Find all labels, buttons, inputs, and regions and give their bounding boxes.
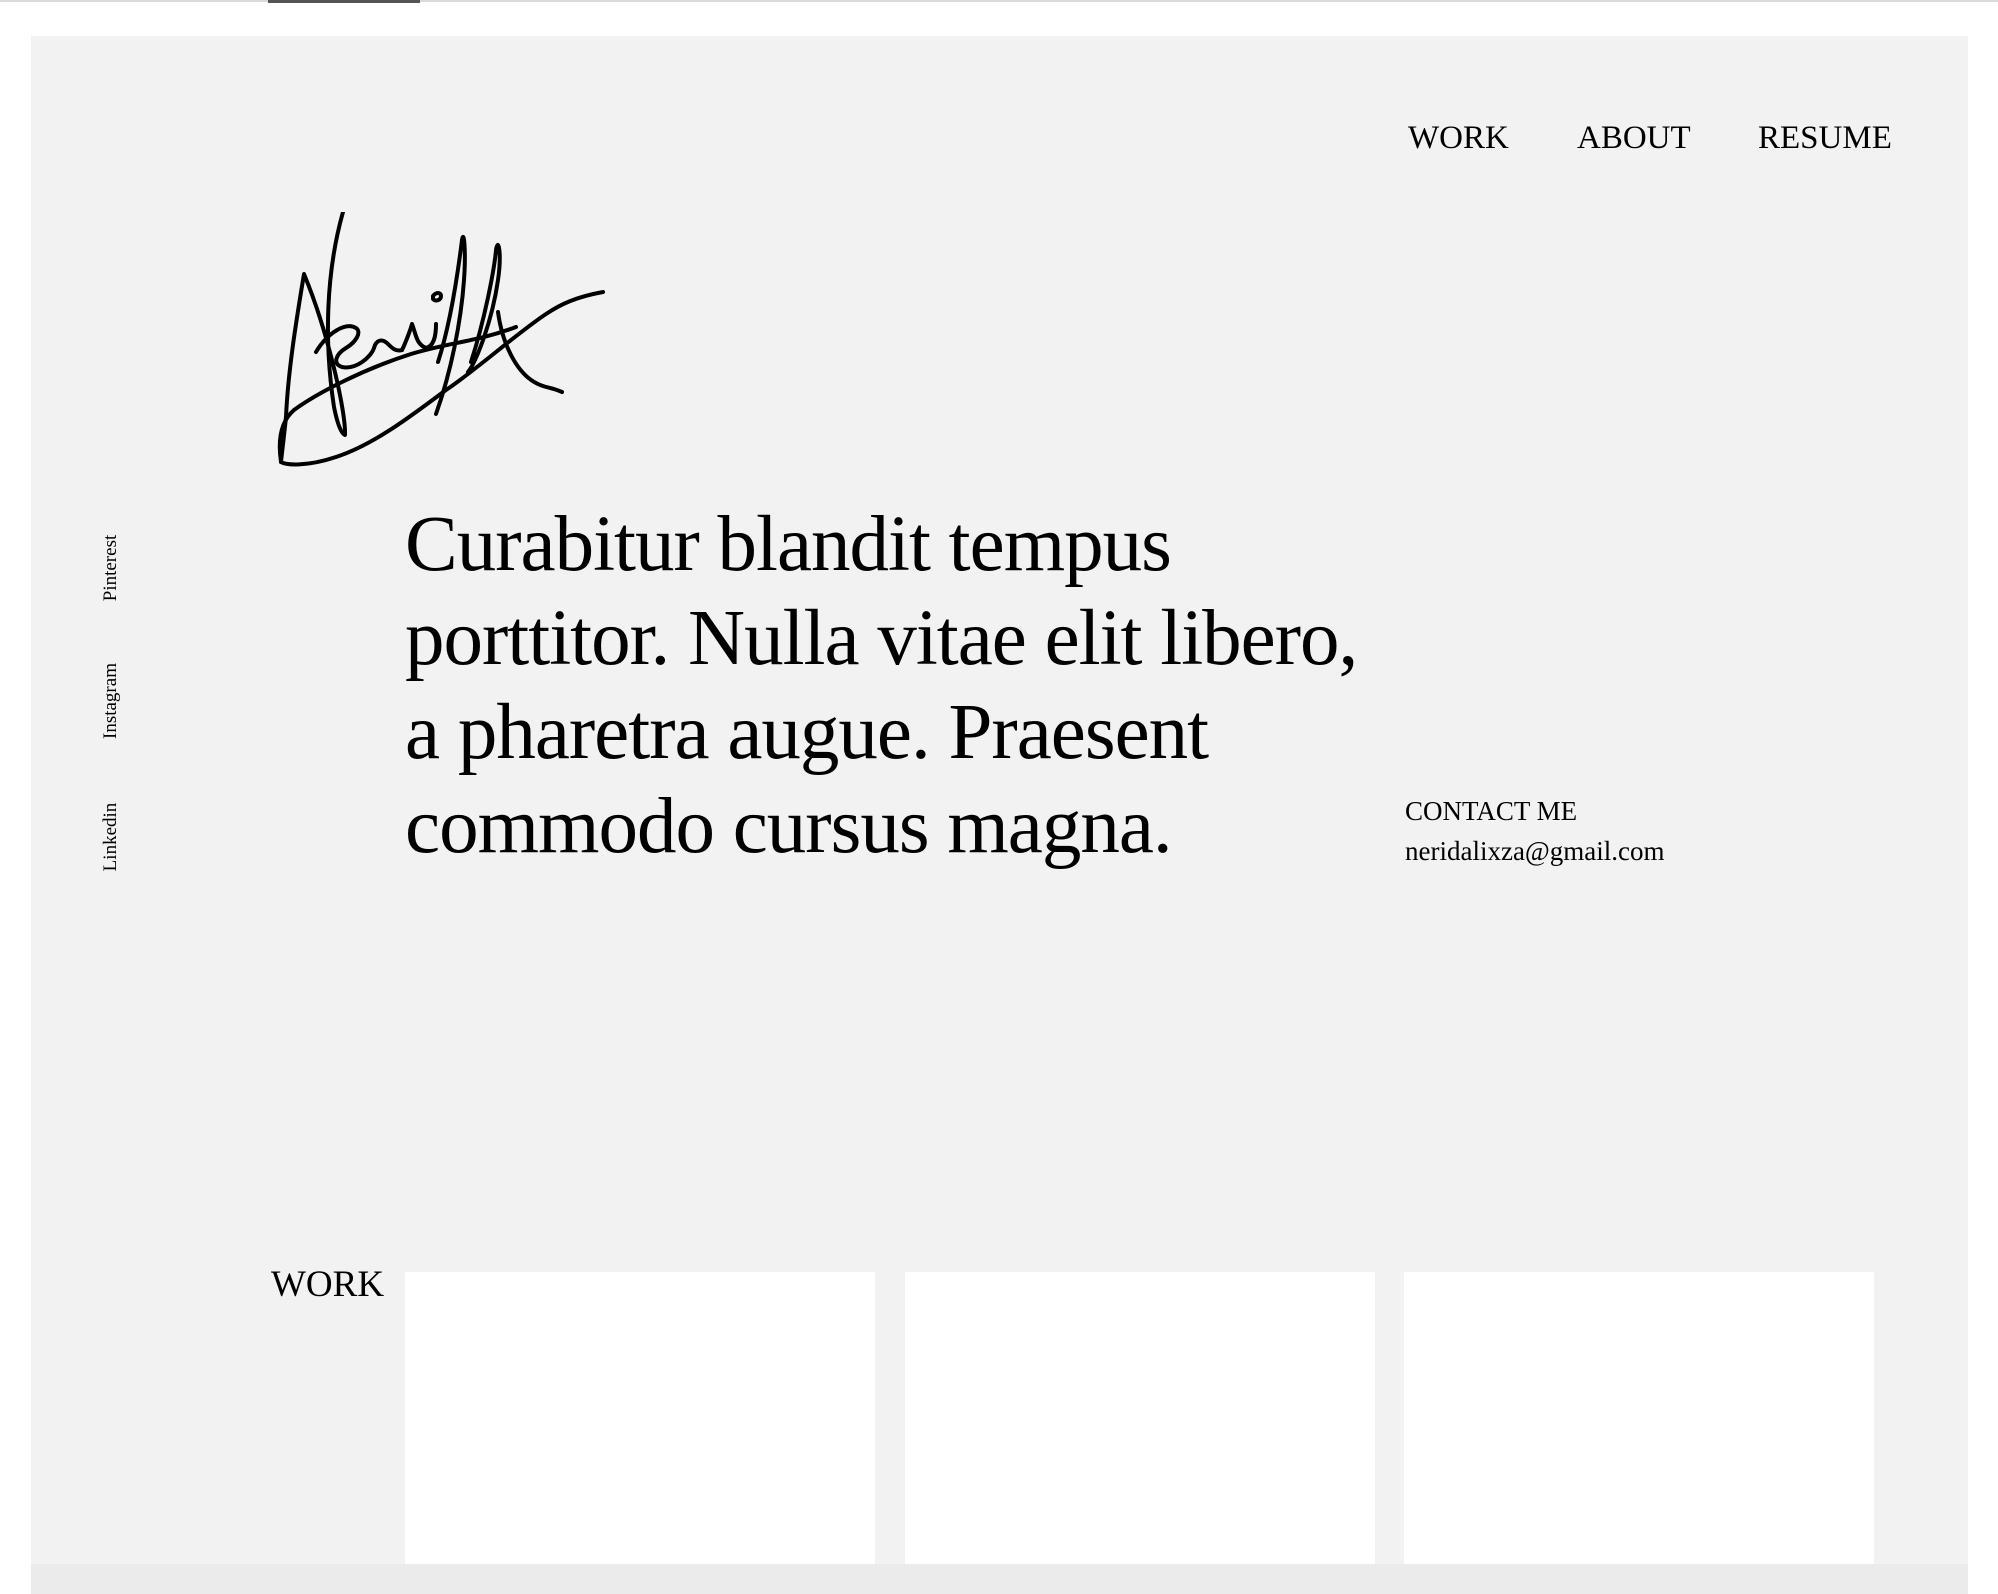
work-section-heading: WORK [271, 1264, 385, 1305]
page-bottom-strip [31, 1564, 1968, 1594]
work-card[interactable] [905, 1272, 1375, 1594]
active-tab-indicator [268, 0, 420, 3]
contact-label: CONTACT ME [1405, 796, 1578, 826]
work-card[interactable] [405, 1272, 875, 1594]
contact-email-link[interactable]: neridalixza@gmail.com [1405, 831, 1665, 871]
social-linkedin-link[interactable]: Linkedin [100, 787, 122, 887]
nav-resume-link[interactable]: RESUME [1758, 120, 1892, 157]
work-card[interactable] [1404, 1272, 1874, 1594]
portfolio-page: WORK ABOUT RESUME Pinterest Instagram Li… [31, 36, 1968, 1594]
nav-about-link[interactable]: ABOUT [1577, 120, 1691, 157]
social-pinterest-link[interactable]: Pinterest [100, 518, 122, 618]
browser-viewport: WORK ABOUT RESUME Pinterest Instagram Li… [0, 0, 1998, 1594]
contact-block: CONTACT ME neridalixza@gmail.com [1405, 791, 1665, 871]
social-instagram-link[interactable]: Instagram [100, 651, 122, 751]
nav-work-link[interactable]: WORK [1408, 120, 1509, 157]
hero-statement: Curabitur blandit tempus porttitor. Null… [405, 501, 1358, 870]
